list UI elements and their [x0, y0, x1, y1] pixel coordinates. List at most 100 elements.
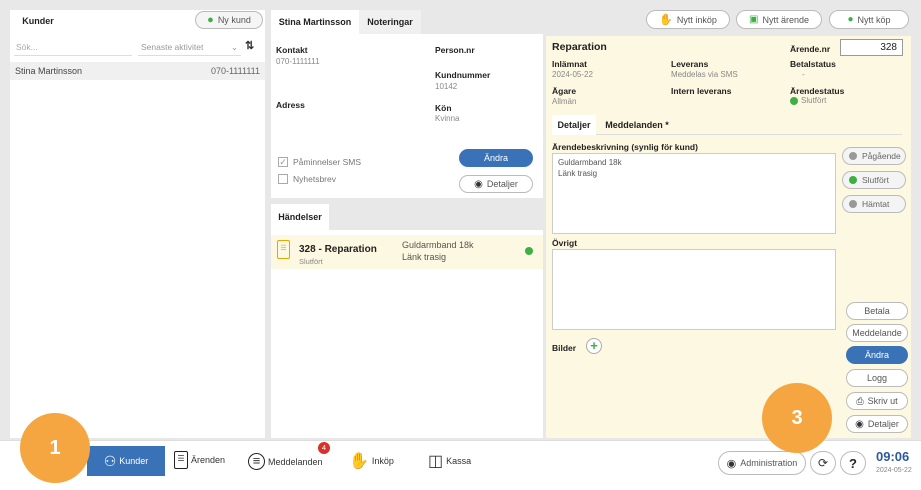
meddelanden-badge: 4	[318, 442, 330, 454]
status-dot	[849, 176, 857, 184]
subtab-detaljer[interactable]: Detaljer	[552, 115, 596, 135]
event-status: Slutfört	[299, 257, 323, 266]
skriv-ut-button[interactable]: ⎙ Skriv ut	[846, 392, 908, 410]
event-title: 328 - Reparation	[299, 244, 377, 255]
betalstatus-label: Betalstatus	[790, 59, 836, 69]
clipboard-icon: ☰	[174, 451, 188, 469]
checkmark-icon: ✓	[278, 157, 288, 167]
callout-1: 1	[20, 413, 90, 483]
callout-3: 3	[762, 383, 832, 453]
globe-icon: ◉	[474, 178, 483, 190]
sms-reminder-checkbox[interactable]: ✓ Påminnelser SMS	[278, 157, 361, 167]
repair-detaljer-button[interactable]: ◉ Detaljer	[846, 415, 908, 433]
betala-button[interactable]: Betala	[846, 302, 908, 320]
personnr-label: Person.nr	[435, 45, 475, 55]
events-panel: ☰ 328 - Reparation Slutfört Guldarmband …	[271, 230, 543, 438]
clipboard-icon: ▣	[749, 14, 759, 25]
nytt-inkop-button[interactable]: ✋ Nytt inköp	[646, 10, 730, 29]
repair-panel: Reparation Ärende.nr 328 Inlämnat 2024-0…	[546, 36, 911, 438]
add-image-button[interactable]: +	[586, 338, 602, 354]
betalstatus-value: -	[802, 70, 805, 79]
status-dot	[849, 200, 857, 208]
event-desc-2: Länk trasig	[402, 252, 447, 262]
tab-kunder[interactable]: Kunder	[10, 10, 66, 34]
arendestatus-label: Ärendestatus	[790, 86, 845, 96]
clock-time: 09:06	[876, 449, 910, 464]
cart-add-icon: ●	[847, 14, 854, 25]
globe-icon: ◉	[855, 418, 864, 430]
description-label: Ärendebeskrivning (synlig för kund)	[552, 142, 698, 152]
ovrigt-label: Övrigt	[552, 238, 578, 248]
customers-panel: Kunder ● Ny kund Sök... Senaste aktivite…	[10, 10, 265, 438]
chevron-down-icon: ⌄	[230, 42, 238, 52]
tab-customer-name[interactable]: Stina Martinsson	[271, 10, 359, 34]
nav-meddelanden[interactable]: ≡ Meddelanden	[248, 453, 323, 470]
handshake-icon: ✋	[349, 453, 369, 470]
status-hamtat-button[interactable]: Hämtat	[842, 195, 906, 213]
customer-detail-panel: Kontakt 070-1111111 Person.nr Kundnummer…	[271, 34, 543, 198]
tab-noteringar[interactable]: Noteringar	[359, 10, 421, 34]
inlamnat-label: Inlämnat	[552, 59, 587, 69]
help-button[interactable]: ?	[840, 451, 866, 475]
administration-button[interactable]: ◉ Administration	[718, 451, 806, 475]
agare-label: Ägare	[552, 86, 577, 96]
nav-arenden[interactable]: ☰ Ärenden	[174, 451, 225, 469]
status-slutfort-button[interactable]: Slutfört	[842, 171, 906, 189]
printer-icon: ⎙	[856, 395, 864, 406]
subtab-meddelanden[interactable]: Meddelanden *	[598, 115, 676, 135]
checkbox-empty-icon	[278, 174, 288, 184]
event-desc-1: Guldarmband 18k	[402, 240, 474, 250]
inlamnat-value: 2024-05-22	[552, 70, 593, 79]
sort-order-icon[interactable]: ⇅	[245, 39, 261, 55]
customer-detaljer-button[interactable]: ◉ Detaljer	[459, 175, 533, 193]
refresh-button[interactable]: ⟳	[810, 451, 836, 475]
leverans-label: Leverans	[671, 59, 709, 69]
handshake-icon: ✋	[659, 14, 673, 26]
contact-value: 070-1111111	[276, 57, 320, 66]
kon-value: Kvinna	[435, 114, 460, 123]
nav-kassa[interactable]: ◫ Kassa	[428, 451, 471, 471]
repair-subtabs: Detaljer Meddelanden *	[552, 115, 902, 135]
adress-label: Adress	[276, 100, 305, 110]
status-dot	[790, 96, 798, 105]
customer-detail-tabs: Stina Martinsson Noteringar	[271, 10, 543, 34]
clock-date: 2024-05-22	[876, 467, 912, 474]
nytt-kop-button[interactable]: ● Nytt köp	[829, 10, 909, 29]
nav-kunder[interactable]: ⚇ Kunder	[87, 446, 165, 476]
sort-select[interactable]: Senaste aktivitet ⌄	[138, 40, 241, 56]
nytt-arende-button[interactable]: ▣ Nytt ärende	[736, 10, 822, 29]
nav-inkop[interactable]: ✋ Inköp	[349, 451, 394, 471]
status-pagaende-button[interactable]: Pågående	[842, 147, 906, 165]
globe-icon: ◉	[726, 457, 737, 470]
help-icon: ?	[849, 455, 857, 471]
kundnummer-label: Kundnummer	[435, 70, 491, 80]
status-dot	[525, 247, 533, 255]
ovrigt-textarea[interactable]	[552, 249, 836, 330]
customer-andra-button[interactable]: Ändra	[459, 149, 533, 167]
chat-icon: ≡	[248, 453, 265, 470]
logg-button[interactable]: Logg	[846, 369, 908, 387]
clipboard-icon: ☰	[277, 240, 290, 259]
tab-handelser[interactable]: Händelser	[271, 204, 329, 230]
people-icon: ⚇	[103, 452, 117, 469]
cash-register-icon: ◫	[428, 453, 444, 470]
status-dot	[849, 152, 857, 160]
arendestatus-value: Slutfört	[790, 96, 826, 105]
refresh-icon: ⟳	[817, 456, 829, 470]
agare-value: Allmän	[552, 97, 577, 106]
kon-label: Kön	[435, 103, 452, 113]
person-add-icon: ●	[207, 14, 214, 26]
leverans-value: Meddelas via SMS	[671, 70, 738, 79]
customer-row[interactable]: Stina Martinsson 070-1111111	[10, 62, 265, 80]
newsletter-checkbox[interactable]: Nyhetsbrev	[278, 174, 336, 184]
contact-label: Kontakt	[276, 45, 308, 55]
arende-nr-label: Ärende.nr	[790, 44, 831, 54]
repair-title: Reparation	[552, 41, 607, 53]
new-customer-button[interactable]: ● Ny kund	[195, 11, 263, 29]
arende-nr-field[interactable]: 328	[840, 39, 903, 56]
repair-andra-button[interactable]: Ändra	[846, 346, 908, 364]
search-input[interactable]: Sök...	[14, 40, 132, 56]
description-textarea[interactable]: Guldarmband 18k Länk trasig	[552, 153, 836, 234]
meddelande-button[interactable]: Meddelande	[846, 324, 908, 342]
event-item[interactable]: ☰ 328 - Reparation Slutfört Guldarmband …	[271, 235, 543, 269]
